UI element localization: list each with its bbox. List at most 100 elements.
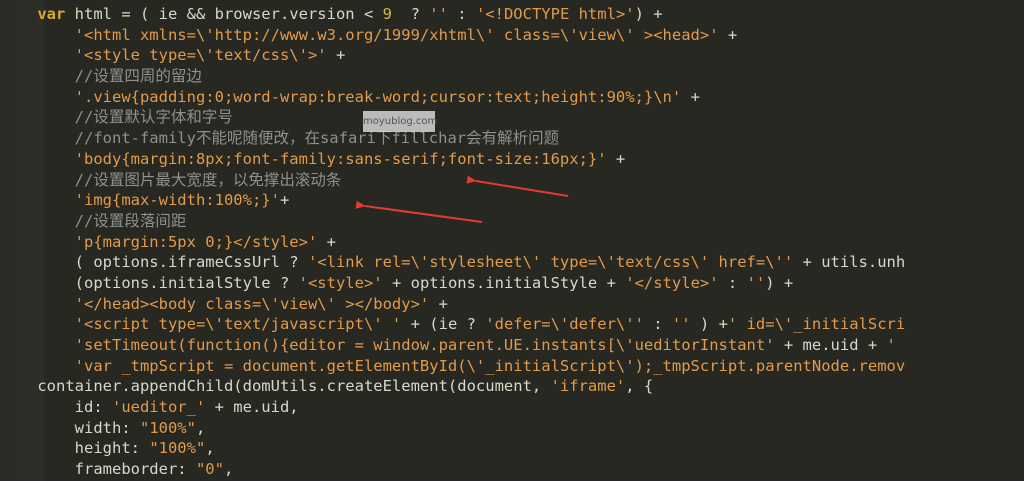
code-token: : xyxy=(643,315,672,334)
code-token: , xyxy=(223,460,234,479)
code-token: + xyxy=(429,294,448,313)
code-line[interactable]: 'img{max-width:100%;}'+ xyxy=(0,190,1024,211)
code-line[interactable]: //设置段落间距 xyxy=(0,211,1024,232)
code-line[interactable]: 'body{margin:8px;font-family:sans-serif;… xyxy=(0,149,1024,170)
code-token: ' xyxy=(886,336,896,354)
code-token: + xyxy=(326,46,346,65)
code-token: + me.uid, xyxy=(205,398,299,417)
code-line[interactable]: 'setTimeout(function(){editor = window.p… xyxy=(0,335,1024,356)
code-line[interactable]: '<style type=\'text/css\'>' + xyxy=(0,45,1024,66)
code-line[interactable]: ( options.iframeCssUrl ? '<link rel=\'st… xyxy=(0,252,1024,273)
code-line[interactable]: container.appendChild(domUtils.createEle… xyxy=(0,376,1024,397)
code-token: ) + xyxy=(690,315,728,334)
code-token: ' id=\'_initialScri xyxy=(727,315,906,334)
code-line[interactable]: width: "100%", xyxy=(0,418,1024,439)
code-token: ? xyxy=(391,5,430,23)
code-token: "100%" xyxy=(149,439,206,458)
code-token: '<!DOCTYPE html>' xyxy=(475,5,635,23)
code-token: ) + xyxy=(634,5,663,23)
code-token: width: xyxy=(0,418,140,437)
code-token: frameborder: xyxy=(0,460,196,479)
code-token: "0" xyxy=(195,460,224,479)
code-token: '<style>' xyxy=(298,273,383,292)
code-token: //font-family不能呢随便改，在safari下fillchar会有解析… xyxy=(74,129,560,148)
code-token: (options.initialStyle ? xyxy=(0,273,299,292)
code-editor[interactable]: var html = ( ie && browser.version < 9 ?… xyxy=(0,0,1024,481)
code-token: + xyxy=(718,25,738,44)
code-token: '<html xmlns=\'http://www.w3.org/1999/xh… xyxy=(74,25,719,44)
code-token: height: xyxy=(0,439,150,458)
code-line[interactable]: var html = ( ie && browser.version < 9 ?… xyxy=(0,4,1024,25)
code-line[interactable]: (options.initialStyle ? '<style>' + opti… xyxy=(0,273,1024,294)
code-area[interactable]: var html = ( ie && browser.version < 9 ?… xyxy=(0,4,1024,480)
code-token: '<style type=\'text/css\'>' xyxy=(74,46,327,65)
code-line[interactable]: '.view{padding:0;word-wrap:break-word;cu… xyxy=(0,87,1024,108)
code-token: 'setTimeout(function(){editor = window.p… xyxy=(74,336,775,354)
code-token: //设置段落间距 xyxy=(74,211,187,230)
code-line[interactable]: 'var _tmpScript = document.getElementByI… xyxy=(0,356,1024,377)
code-token: + xyxy=(317,232,336,251)
code-token: , xyxy=(195,418,206,437)
code-token: '</style>' xyxy=(625,273,719,292)
code-token: 'p{margin:5px 0;}</style>' xyxy=(74,232,318,251)
code-token: + me.uid + xyxy=(774,336,887,354)
code-line[interactable]: //设置图片最大宽度，以免撑出滚动条 xyxy=(0,170,1024,191)
code-token: '</head><body class=\'view\' ></body>' xyxy=(74,294,430,313)
code-token: , { xyxy=(625,377,654,396)
code-token: id: xyxy=(0,398,112,417)
code-token: '.view{padding:0;word-wrap:break-word;cu… xyxy=(74,87,682,106)
code-token: 9 xyxy=(382,5,392,23)
code-token: : xyxy=(447,5,476,23)
code-line[interactable]: '<html xmlns=\'http://www.w3.org/1999/xh… xyxy=(0,25,1024,46)
code-token: : xyxy=(718,273,747,292)
code-token: //设置图片最大宽度，以免撑出滚动条 xyxy=(74,170,342,189)
code-line[interactable]: '<script type=\'text/javascript\' ' + (i… xyxy=(0,314,1024,335)
code-token: //设置默认字体和字号 xyxy=(74,108,233,127)
code-token: var xyxy=(0,5,66,23)
code-line[interactable]: '</head><body class=\'view\' ></body>' + xyxy=(0,294,1024,315)
watermark: moyublog.com xyxy=(363,111,437,132)
code-line[interactable]: //font-family不能呢随便改，在safari下fillchar会有解析… xyxy=(0,128,1024,149)
code-token: //设置四周的留边 xyxy=(74,67,202,86)
code-token: + utils.unh xyxy=(793,253,906,272)
code-token: + xyxy=(279,191,290,210)
code-token: '<link rel=\'stylesheet\' type=\'text/cs… xyxy=(307,253,794,272)
code-token: + xyxy=(606,149,626,168)
code-token: + xyxy=(681,87,700,106)
code-line[interactable]: //设置四周的留边 xyxy=(0,66,1024,87)
code-token: + (ie ? xyxy=(401,315,486,334)
code-token: ) + xyxy=(765,273,794,292)
code-token: '' xyxy=(746,273,766,292)
code-line[interactable]: //设置默认字体和字号 xyxy=(0,107,1024,128)
code-token: '' xyxy=(671,315,691,334)
code-token: 'ueditor_' xyxy=(111,398,206,417)
code-token: '' xyxy=(429,5,448,23)
code-token: ( options.iframeCssUrl ? xyxy=(0,253,308,272)
code-line[interactable]: 'p{margin:5px 0;}</style>' + xyxy=(0,232,1024,253)
code-token: '<script type=\'text/javascript\' ' xyxy=(74,315,402,334)
code-token: "100%" xyxy=(139,418,196,437)
code-token: 'img{max-width:100%;}' xyxy=(74,191,280,210)
code-token: 'iframe' xyxy=(550,377,626,396)
code-token: + options.initialStyle + xyxy=(382,273,626,292)
code-line[interactable]: id: 'ueditor_' + me.uid, xyxy=(0,397,1024,418)
code-token: 'var _tmpScript = document.getElementByI… xyxy=(74,356,906,375)
code-line[interactable]: frameborder: "0", xyxy=(0,459,1024,480)
code-token: html = ( ie && browser.version < xyxy=(65,5,383,23)
code-line[interactable]: height: "100%", xyxy=(0,438,1024,459)
code-token: , xyxy=(205,439,215,458)
